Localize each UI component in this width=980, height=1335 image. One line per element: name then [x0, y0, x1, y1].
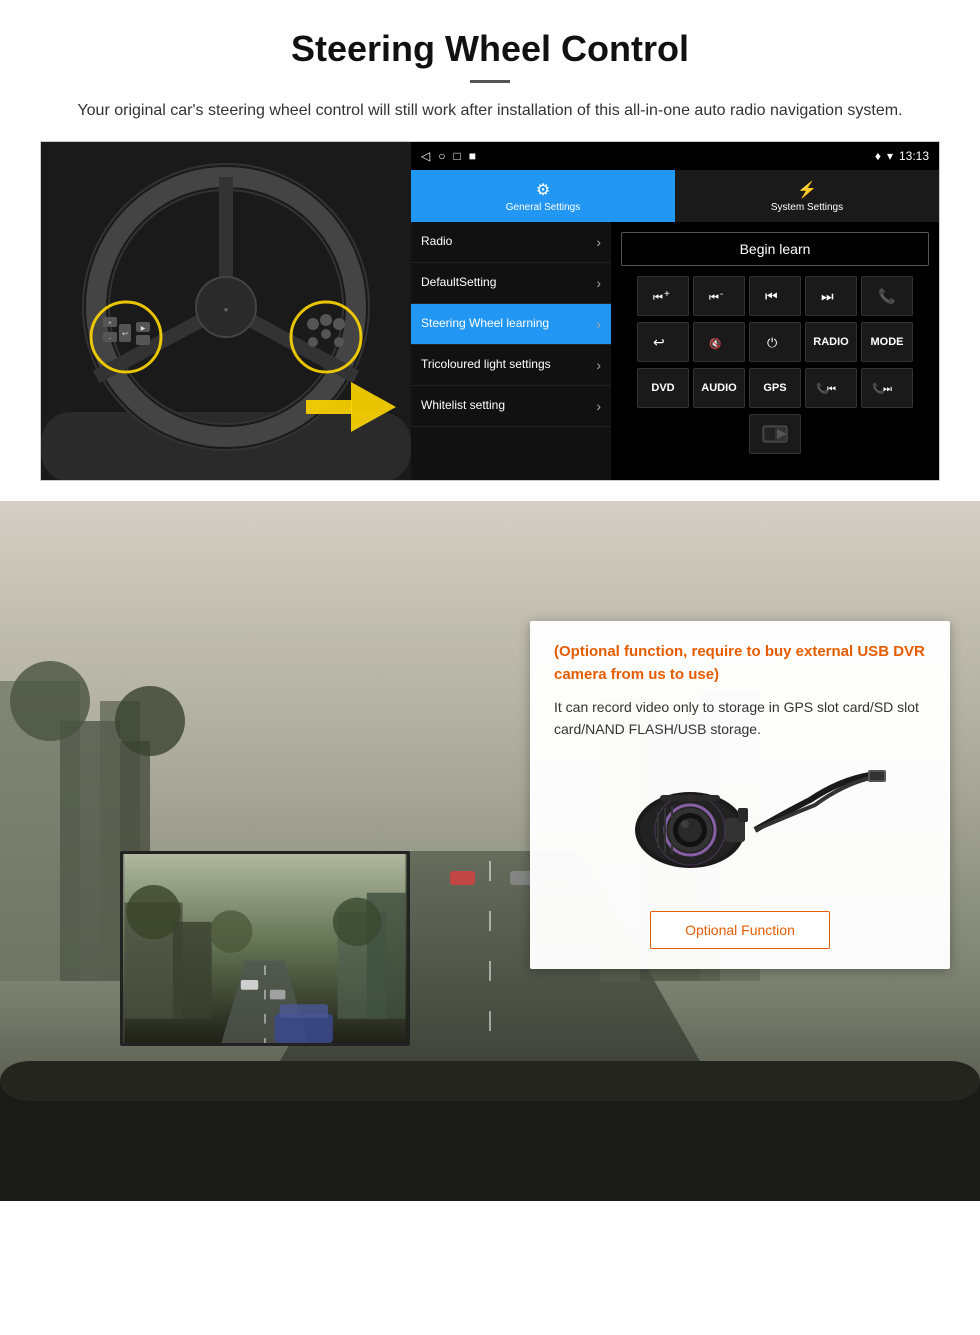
tab-system-label: System Settings: [771, 202, 843, 213]
menu-whitelist-arrow: ›: [596, 398, 601, 414]
menu-whitelist-label: Whitelist setting: [421, 398, 596, 414]
ctrl-phone[interactable]: 📞: [861, 276, 913, 316]
svg-text:↩: ↩: [653, 334, 665, 350]
svg-text:⏮: ⏮: [827, 384, 836, 395]
menu-tricolour-arrow: ›: [596, 357, 601, 373]
ctrl-prev[interactable]: ⏮: [749, 276, 801, 316]
svg-text:⏮: ⏮: [709, 292, 719, 304]
system-icon: ⚡: [797, 180, 817, 200]
menu-default-arrow: ›: [596, 275, 601, 291]
svg-text:⏭: ⏭: [821, 288, 834, 304]
menu-steering-arrow: ›: [596, 316, 601, 332]
optional-function-button[interactable]: Optional Function: [650, 911, 830, 949]
begin-learn-button[interactable]: Begin learn: [621, 232, 929, 266]
menu-item-steering[interactable]: Steering Wheel learning ›: [411, 304, 611, 345]
dvr-content-area: (Optional function, require to buy exter…: [0, 591, 980, 1201]
ctrl-mode[interactable]: MODE: [861, 322, 913, 362]
statusbar-info: ♦ ▾ 13:13: [875, 149, 929, 163]
dvr-optional-note: (Optional function, require to buy exter…: [554, 641, 926, 686]
android-tabs: ⚙ General Settings ⚡ System Settings: [411, 170, 939, 222]
svg-text:⏻: ⏻: [767, 335, 777, 350]
tab-general-label: General Settings: [506, 202, 581, 213]
svg-text:▶: ▶: [141, 326, 146, 332]
ctrl-row-2: ↩ 🔇 ⏻ RADIO MODE: [621, 322, 929, 362]
menu-radio-arrow: ›: [596, 234, 601, 250]
ctrl-vol-up[interactable]: ⏮+: [637, 276, 689, 316]
svg-text:-: -: [109, 336, 111, 342]
svg-text:⏮: ⏮: [653, 292, 663, 304]
ctrl-record[interactable]: [749, 414, 801, 454]
menu-steering-label: Steering Wheel learning: [421, 316, 596, 332]
ctrl-phone-prev[interactable]: 📞⏮: [805, 368, 857, 408]
menu-list: Radio › DefaultSetting › Steering Wheel …: [411, 222, 611, 480]
ctrl-back[interactable]: ↩: [637, 322, 689, 362]
ctrl-mute[interactable]: 🔇: [693, 322, 745, 362]
steering-section: Steering Wheel Control Your original car…: [0, 0, 980, 501]
dvr-camera-image: [554, 755, 926, 895]
svg-text:🔇: 🔇: [709, 337, 721, 350]
title-divider: [470, 80, 510, 83]
svg-text:+: +: [664, 289, 670, 300]
menu-icon: ■: [469, 149, 476, 163]
tab-system-settings[interactable]: ⚡ System Settings: [675, 170, 939, 222]
ctrl-radio[interactable]: RADIO: [805, 322, 857, 362]
menu-tricolour-label: Tricoloured light settings: [421, 357, 596, 373]
svg-text:↩: ↩: [122, 331, 128, 338]
ctrl-row-3: DVD AUDIO GPS 📞⏮ 📞⏭: [621, 368, 929, 408]
dvr-section: Support DVR: [0, 501, 980, 1201]
menu-default-label: DefaultSetting: [421, 275, 596, 291]
ctrl-phone-next[interactable]: 📞⏭: [861, 368, 913, 408]
ctrl-dvd[interactable]: DVD: [637, 368, 689, 408]
dvr-description: It can record video only to storage in G…: [554, 696, 926, 741]
tab-general-settings[interactable]: ⚙ General Settings: [411, 170, 675, 222]
steering-demo-area: ● + - ↩ ▶: [40, 141, 940, 481]
signal-icon: ♦: [875, 149, 881, 163]
wifi-icon: ▾: [887, 149, 893, 163]
svg-text:●: ●: [224, 305, 229, 314]
ctrl-row-4: [621, 414, 929, 454]
android-content: Radio › DefaultSetting › Steering Wheel …: [411, 222, 939, 480]
statusbar-time: 13:13: [899, 149, 929, 163]
steering-photo: ● + - ↩ ▶: [41, 142, 411, 481]
home-icon: ○: [438, 149, 445, 163]
svg-text:⏮: ⏮: [765, 288, 778, 304]
dvr-info-card: (Optional function, require to buy exter…: [530, 621, 950, 969]
menu-item-whitelist[interactable]: Whitelist setting ›: [411, 386, 611, 427]
ctrl-next[interactable]: ⏭: [805, 276, 857, 316]
ctrl-audio[interactable]: AUDIO: [693, 368, 745, 408]
menu-item-default[interactable]: DefaultSetting ›: [411, 263, 611, 304]
android-panel: ◁ ○ □ ■ ♦ ▾ 13:13 ⚙ General Settings: [411, 142, 939, 480]
android-statusbar: ◁ ○ □ ■ ♦ ▾ 13:13: [411, 142, 939, 170]
steering-description: Your original car's steering wheel contr…: [60, 99, 920, 123]
svg-text:📞: 📞: [878, 287, 896, 305]
svg-text:-: -: [720, 289, 723, 300]
steering-title: Steering Wheel Control: [40, 28, 940, 70]
menu-item-radio[interactable]: Radio ›: [411, 222, 611, 263]
control-panel: Begin learn ⏮+ ⏮- ⏮: [611, 222, 939, 480]
recent-icon: □: [453, 149, 460, 163]
back-icon: ◁: [421, 149, 430, 163]
ctrl-vol-down[interactable]: ⏮-: [693, 276, 745, 316]
svg-text:⏭: ⏭: [883, 384, 892, 395]
menu-item-tricolour[interactable]: Tricoloured light settings ›: [411, 345, 611, 386]
svg-text:+: +: [108, 321, 112, 327]
begin-learn-row: Begin learn: [621, 232, 929, 266]
gear-icon: ⚙: [536, 180, 550, 200]
statusbar-nav-icons: ◁ ○ □ ■: [421, 149, 476, 163]
ctrl-power[interactable]: ⏻: [749, 322, 801, 362]
ctrl-gps[interactable]: GPS: [749, 368, 801, 408]
ctrl-row-1: ⏮+ ⏮- ⏮ ⏭ 📞: [621, 276, 929, 316]
menu-radio-label: Radio: [421, 234, 596, 250]
